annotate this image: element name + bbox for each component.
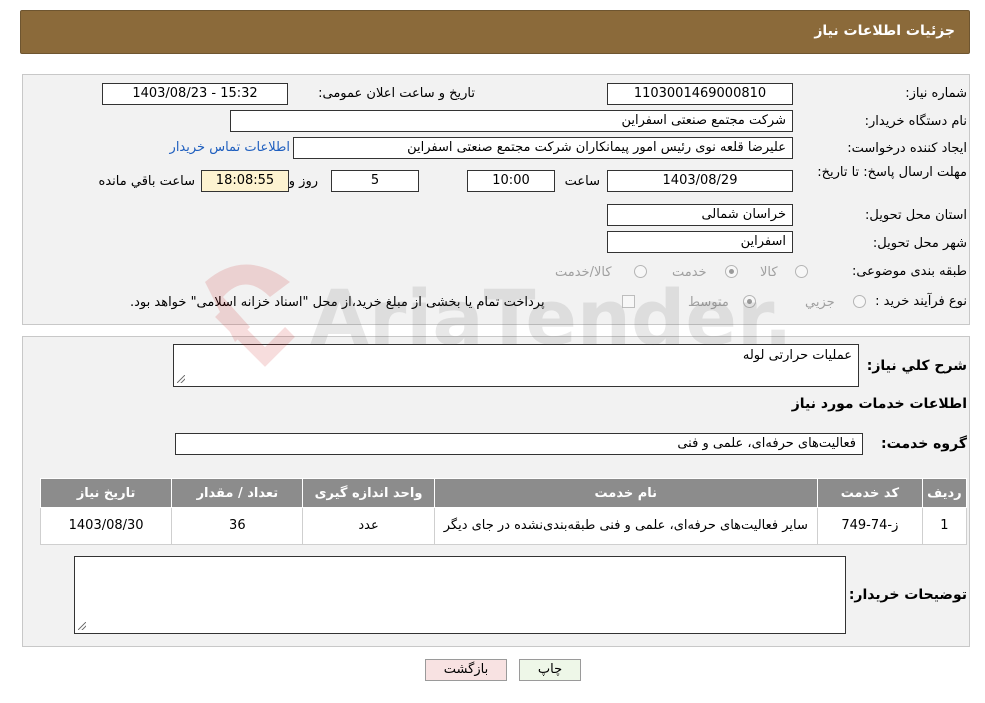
remaining-label: ساعت باقي مانده — [98, 174, 195, 189]
table-row: 1 ز-74-749 سایر فعالیت‌های حرفه‌ای، علمی… — [39, 507, 968, 545]
cell-unit: عدد — [302, 507, 435, 545]
category-radio-goods[interactable] — [795, 265, 808, 278]
description-label: شرح کلي نياز: — [866, 358, 967, 374]
table-header-row: ردیف کد خدمت نام خدمت واحد اندازه گیری ت… — [39, 478, 968, 508]
back-button[interactable]: بازگشت — [425, 659, 507, 681]
purchase-radio-medium[interactable] — [743, 295, 756, 308]
service-group-label: گروه خدمت: — [881, 436, 967, 452]
purchase-option-medium: متوسط — [688, 295, 729, 310]
announce-datetime-field: 1403/08/23 - 15:32 — [102, 83, 288, 105]
category-option-goods: کالا — [760, 265, 778, 280]
days-label: روز و — [288, 174, 318, 189]
category-option-goods-service: کالا/خدمت — [555, 265, 612, 280]
services-table: ردیف کد خدمت نام خدمت واحد اندازه گیری ت… — [39, 478, 968, 545]
cell-row-number: 1 — [921, 507, 968, 545]
services-info-heading: اطلاعات خدمات مورد نیاز — [791, 396, 967, 412]
buyer-org-field: شرکت مجتمع صنعتی اسفراین — [230, 110, 793, 132]
remaining-time-field: 18:08:55 — [201, 170, 289, 192]
col-header-unit: واحد اندازه گیری — [302, 478, 435, 508]
page-title: جزئیات اطلاعات نیاز — [814, 23, 955, 39]
print-button[interactable]: چاپ — [519, 659, 581, 681]
category-radio-goods-service[interactable] — [634, 265, 647, 278]
page-header: جزئیات اطلاعات نیاز — [20, 10, 970, 54]
cell-need-date: 1403/08/30 — [39, 507, 173, 545]
category-radio-service[interactable] — [725, 265, 738, 278]
deadline-label: مهلت ارسال پاسخ: تا تاریخ: — [817, 165, 967, 180]
cell-quantity: 36 — [171, 507, 304, 545]
deadline-date-field: 1403/08/29 — [607, 170, 793, 192]
description-text: عملیات حرارتی لوله — [742, 348, 852, 363]
buyer-org-label: نام دستگاه خریدار: — [864, 114, 967, 129]
purchase-type-label: نوع فرآیند خرید : — [875, 294, 967, 309]
payment-note: پرداخت تمام یا بخشی از مبلغ خرید،از محل … — [130, 295, 545, 310]
deadline-hour-field: 10:00 — [467, 170, 555, 192]
category-option-service: خدمت — [672, 265, 707, 280]
deadline-hour-label: ساعت — [564, 174, 600, 189]
buyer-notes-textarea[interactable] — [74, 556, 846, 634]
purchase-option-minor: جزیي — [805, 295, 835, 310]
buyer-contact-link[interactable]: اطلاعات تماس خریدار — [170, 140, 290, 155]
col-header-service-name: نام خدمت — [433, 478, 819, 508]
resize-handle-icon[interactable] — [78, 622, 86, 630]
description-textarea[interactable]: عملیات حرارتی لوله — [173, 344, 859, 387]
need-number-field: 1103001469000810 — [607, 83, 793, 105]
service-group-field: فعالیت‌های حرفه‌ای، علمی و فنی — [175, 433, 863, 455]
cell-service-name: سایر فعالیت‌های حرفه‌ای، علمی و فنی طبقه… — [433, 507, 819, 545]
requester-label: ایجاد کننده درخواست: — [847, 141, 967, 156]
days-field: 5 — [331, 170, 419, 192]
col-header-quantity: تعداد / مقدار — [171, 478, 304, 508]
province-field: خراسان شمالی — [607, 204, 793, 226]
purchase-radio-minor[interactable] — [853, 295, 866, 308]
treasury-checkbox[interactable] — [622, 295, 635, 308]
city-label: شهر محل تحویل: — [872, 236, 967, 251]
buyer-notes-label: توضیحات خریدار: — [848, 587, 967, 603]
resize-handle-icon[interactable] — [177, 375, 185, 383]
col-header-service-code: کد خدمت — [817, 478, 923, 508]
cell-service-code: ز-74-749 — [817, 507, 923, 545]
requester-field: علیرضا قلعه نوی رئیس امور پیمانکاران شرک… — [293, 137, 793, 159]
col-header-row-number: ردیف — [921, 478, 968, 508]
city-field: اسفراین — [607, 231, 793, 253]
col-header-need-date: تاریخ نیاز — [39, 478, 173, 508]
category-label: طبقه بندی موضوعی: — [851, 264, 967, 279]
province-label: استان محل تحویل: — [865, 208, 967, 223]
announce-datetime-label: تاریخ و ساعت اعلان عمومی: — [318, 86, 475, 101]
need-number-label: شماره نیاز: — [905, 86, 967, 101]
